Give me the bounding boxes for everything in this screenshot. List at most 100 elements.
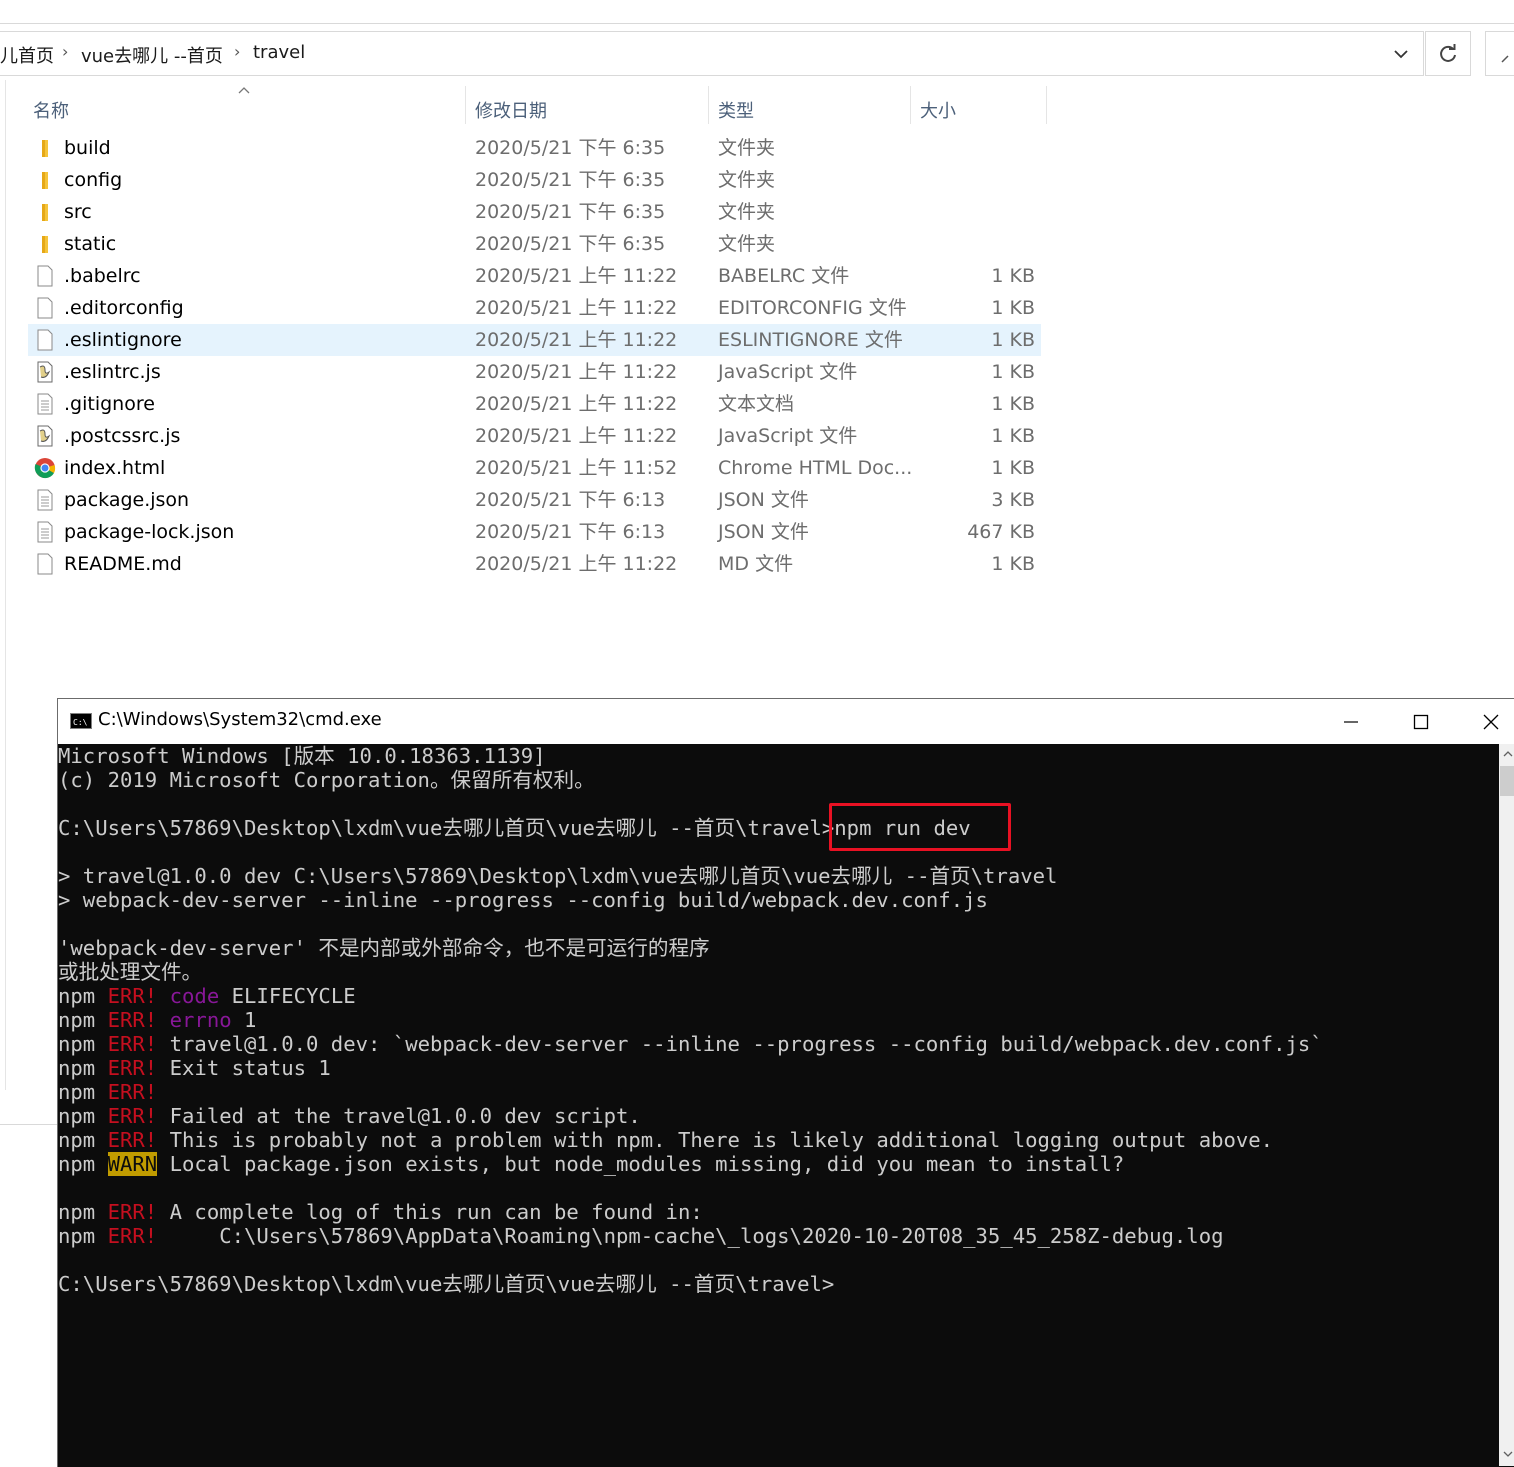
text-file-icon (34, 489, 56, 511)
console-text: npm (58, 1104, 108, 1128)
cmd-window: C:\ C:\Windows\System32\cmd.exe Microsof… (57, 698, 1514, 1467)
text-file-icon (34, 521, 56, 543)
console-err-token: ERR! (107, 1224, 158, 1248)
console-err-token: ERR! (107, 1008, 158, 1032)
file-size: 1 KB (991, 457, 1035, 479)
file-row[interactable]: config 2020/5/21 下午 6:35 文件夹 (28, 164, 1041, 196)
column-divider[interactable] (708, 86, 709, 124)
console-line: npm ERR! C:\Users\57869\AppData\Roaming\… (58, 1224, 1499, 1248)
file-type: MD 文件 (718, 553, 794, 575)
file-row[interactable]: README.md 2020/5/21 上午 11:22 MD 文件 1 KB (28, 548, 1041, 580)
scroll-up-arrow-icon[interactable] (1499, 746, 1514, 762)
file-size: 1 KB (991, 393, 1035, 415)
minimize-button[interactable] (1316, 699, 1386, 744)
scroll-down-arrow-icon[interactable] (1499, 1446, 1514, 1462)
column-header-type[interactable]: 类型 (718, 90, 754, 130)
console-text: npm (58, 1200, 108, 1224)
file-size (918, 164, 1035, 196)
file-row[interactable]: .editorconfig 2020/5/21 上午 11:22 EDITORCON… (28, 292, 1041, 324)
console-scrollbar[interactable] (1499, 744, 1514, 1466)
scroll-thumb[interactable] (1500, 766, 1514, 796)
search-icon (1501, 55, 1509, 63)
column-divider[interactable] (1046, 86, 1047, 124)
file-size: 1 KB (991, 553, 1035, 575)
cmd-app-icon: C:\ (70, 713, 92, 729)
file-date: 2020/5/21 下午 6:35 (475, 233, 666, 255)
console-text: npm (58, 1224, 108, 1248)
console-text: npm (58, 1128, 108, 1152)
breadcrumb-item[interactable]: 儿首页 (0, 42, 54, 68)
refresh-icon (1440, 43, 1456, 62)
file-type: JavaScript 文件 (718, 425, 858, 447)
console-line: npm ERR! This is probably not a problem … (58, 1128, 1499, 1152)
console-text: npm (58, 1080, 108, 1104)
file-date: 2020/5/21 上午 11:22 (475, 329, 678, 351)
blank-file-icon (34, 553, 56, 575)
console-mag-token: code (169, 984, 220, 1008)
file-row[interactable]: .eslintrc.js 2020/5/21 上午 11:22 JavaScript… (28, 356, 1041, 388)
file-date: 2020/5/21 下午 6:35 (475, 169, 666, 191)
file-type: JavaScript 文件 (718, 361, 858, 383)
file-name: .eslintrc.js (64, 361, 161, 383)
file-row[interactable]: package.json 2020/5/21 下午 6:13 JSON 文件 3 KB (28, 484, 1041, 516)
console-line: > travel@1.0.0 dev C:\Users\57869\Deskto… (58, 864, 1499, 888)
cmd-titlebar[interactable]: C:\ C:\Windows\System32\cmd.exe (58, 699, 1514, 744)
file-row[interactable]: .postcssrc.js 2020/5/21 上午 11:22 JavaScrip… (28, 420, 1041, 452)
column-header-name[interactable]: 名称 (33, 90, 69, 130)
console-err-token: ERR! (107, 1200, 158, 1224)
file-name: config (64, 169, 123, 191)
console-line: C:\Users\57869\Desktop\lxdm\vue去哪儿首页\vue… (58, 1272, 1499, 1296)
column-divider[interactable] (910, 86, 911, 124)
file-row[interactable]: .babelrc 2020/5/21 上午 11:22 BABELRC 文件 1 KB (28, 260, 1041, 292)
file-date: 2020/5/21 上午 11:22 (475, 361, 678, 383)
address-bar[interactable]: 儿首页 › vue去哪儿 --首页 › travel (0, 31, 1424, 76)
column-header-size[interactable]: 大小 (920, 90, 956, 130)
breadcrumb-item[interactable]: vue去哪儿 --首页 (81, 42, 223, 68)
maximize-button[interactable] (1386, 699, 1456, 744)
sort-ascending-icon (237, 80, 251, 99)
file-row[interactable]: src 2020/5/21 下午 6:35 文件夹 (28, 196, 1041, 228)
file-row[interactable]: .gitignore 2020/5/21 上午 11:22 文本文档 1 KB (28, 388, 1041, 420)
console-text: ELIFECYCLE (219, 984, 356, 1008)
console-text: > travel@1.0.0 dev C:\Users\57869\Deskto… (58, 864, 1058, 888)
console-err-token: ERR! (107, 1032, 158, 1056)
file-type: 文件夹 (718, 137, 776, 159)
file-name: .eslintignore (64, 329, 182, 351)
console-mag-token: errno (169, 1008, 232, 1032)
console-text: npm (58, 1008, 108, 1032)
file-size: 1 KB (991, 425, 1035, 447)
file-row[interactable]: index.html 2020/5/21 上午 11:52 Chrome HTML … (28, 452, 1041, 484)
search-input[interactable] (1485, 31, 1514, 76)
file-row[interactable]: package-lock.json 2020/5/21 下午 6:13 JSON 文… (28, 516, 1041, 548)
console-text: npm (58, 1032, 108, 1056)
console-err-token: ERR! (107, 1080, 158, 1104)
file-row[interactable]: static 2020/5/21 下午 6:35 文件夹 (28, 228, 1041, 260)
console-text: 或批处理文件。 (58, 960, 203, 984)
file-date: 2020/5/21 上午 11:22 (475, 553, 678, 575)
console-text: 1 (231, 1008, 257, 1032)
column-header-date[interactable]: 修改日期 (475, 90, 547, 130)
refresh-button[interactable] (1425, 31, 1471, 76)
console-text: This is probably not a problem with npm.… (157, 1128, 1274, 1152)
minimize-icon (1344, 720, 1358, 723)
file-date: 2020/5/21 上午 11:22 (475, 265, 678, 287)
file-name: .postcssrc.js (64, 425, 181, 447)
file-name: README.md (64, 553, 182, 575)
close-button[interactable] (1456, 699, 1514, 744)
console-output[interactable]: Microsoft Windows [版本 10.0.18363.1139] (c… (58, 744, 1499, 1467)
breadcrumb-item[interactable]: travel (253, 42, 305, 63)
column-divider[interactable] (465, 86, 466, 124)
file-row[interactable]: build 2020/5/21 下午 6:35 文件夹 (28, 132, 1041, 164)
console-line: Microsoft Windows [版本 10.0.18363.1139] (58, 744, 1499, 768)
file-size (918, 132, 1035, 164)
chevron-right-icon[interactable]: › (62, 42, 68, 61)
console-line: npm ERR! errno 1 (58, 1008, 1499, 1032)
console-text: C:\Users\57869\Desktop\lxdm\vue去哪儿首页\vue… (58, 1272, 835, 1296)
chevron-right-icon[interactable]: › (234, 42, 240, 61)
file-row[interactable]: .eslintignore 2020/5/21 上午 11:22 ESLINTIGN… (28, 324, 1041, 356)
address-dropdown-button[interactable] (1378, 32, 1424, 75)
